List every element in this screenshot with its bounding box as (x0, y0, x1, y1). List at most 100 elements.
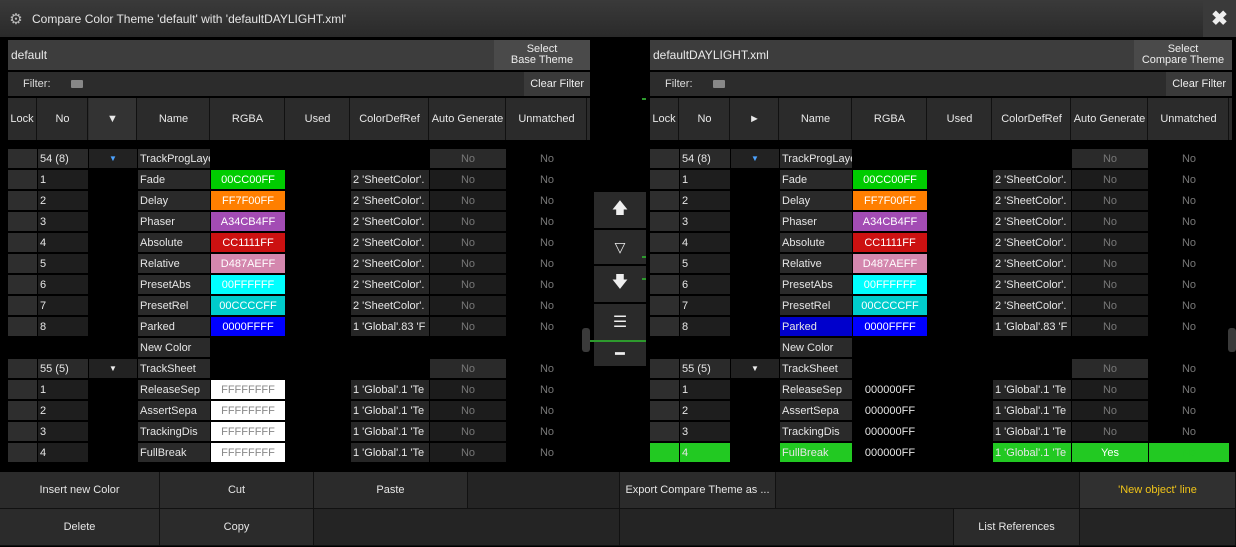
color-name[interactable]: Delay (780, 191, 852, 210)
right-scroll-handle[interactable] (1228, 328, 1236, 352)
column-header-unmatched[interactable]: Unmatched (507, 98, 587, 140)
remove-button[interactable]: ━ (594, 342, 646, 366)
menu-button[interactable]: ☰ (594, 304, 646, 340)
lock-cell[interactable] (8, 233, 37, 252)
delete-button[interactable]: Delete (0, 509, 160, 546)
table-row[interactable]: 2 AssertSepa 000000FF 1 'Global'.1 'Te No No (650, 400, 1232, 420)
rgba-swatch[interactable]: 0000FFFF (853, 317, 927, 336)
table-row[interactable]: 2 Delay FF7F00FF 2 'SheetColor'. No No (8, 190, 590, 210)
column-header-no[interactable]: No (38, 98, 88, 140)
color-name[interactable]: PresetAbs (138, 275, 210, 294)
collapse-arrow-icon[interactable]: ▼ (731, 359, 779, 378)
lock-cell[interactable] (8, 401, 37, 420)
group-row[interactable]: 54 (8) ▼ TrackProgLaye No No (8, 148, 590, 168)
new-color-row[interactable]: New Color (650, 337, 1232, 357)
table-row[interactable]: 6 PresetAbs 00FFFFFF 2 'SheetColor'. No No (650, 274, 1232, 294)
color-name[interactable]: ReleaseSep (780, 380, 852, 399)
cut-button[interactable]: Cut (160, 472, 314, 509)
column-header-rgba[interactable]: RGBA (211, 98, 285, 140)
left-scroll-handle[interactable] (582, 328, 590, 352)
lock-cell[interactable] (8, 191, 37, 210)
color-name[interactable]: FullBreak (780, 443, 852, 462)
lock-cell[interactable] (8, 212, 37, 231)
lock-cell[interactable] (650, 191, 679, 210)
color-name[interactable]: Delay (138, 191, 210, 210)
color-name[interactable]: Relative (780, 254, 852, 273)
color-name[interactable]: Fade (138, 170, 210, 189)
rgba-swatch[interactable]: 000000FF (853, 443, 927, 462)
group-row[interactable]: 55 (5) ▼ TrackSheet No No (650, 358, 1232, 378)
group-row[interactable]: 55 (5) ▼ TrackSheet No No (8, 358, 590, 378)
group-row[interactable]: 54 (8) ▼ TrackProgLaye No No (650, 148, 1232, 168)
column-header-no[interactable]: No (680, 98, 730, 140)
rgba-swatch[interactable]: FFFFFFFF (211, 401, 285, 420)
new-color-row[interactable]: New Color (8, 337, 590, 357)
color-name[interactable]: Phaser (138, 212, 210, 231)
column-header-used[interactable]: Used (286, 98, 350, 140)
color-name[interactable]: ReleaseSep (138, 380, 210, 399)
new-color-item[interactable]: New Color (138, 338, 210, 357)
lock-cell[interactable] (650, 401, 679, 420)
color-name[interactable]: Parked (780, 317, 852, 336)
column-header-name[interactable]: Name (138, 98, 210, 140)
lock-cell[interactable] (650, 212, 679, 231)
lock-cell[interactable] (650, 380, 679, 399)
color-name[interactable]: PresetRel (780, 296, 852, 315)
rgba-swatch[interactable]: FFFFFFFF (211, 443, 285, 462)
table-row[interactable]: 8 Parked 0000FFFF 1 'Global'.83 'F No No (8, 316, 590, 336)
color-name[interactable]: AssertSepa (780, 401, 852, 420)
rgba-swatch[interactable]: 00CCCCFF (211, 296, 285, 315)
color-name[interactable]: Parked (138, 317, 210, 336)
keyboard-icon[interactable] (712, 80, 725, 88)
rgba-swatch[interactable]: 00FFFFFF (211, 275, 285, 294)
table-row[interactable]: 4 Absolute CC1111FF 2 'SheetColor'. No No (8, 232, 590, 252)
color-name[interactable]: Fade (780, 170, 852, 189)
gear-icon[interactable]: ⚙ (4, 7, 28, 31)
rgba-swatch[interactable]: D487AEFF (211, 254, 285, 273)
color-name[interactable]: Absolute (780, 233, 852, 252)
color-name[interactable]: TrackingDis (138, 422, 210, 441)
collapse-arrow-icon[interactable]: ▼ (89, 359, 137, 378)
new-color-item[interactable]: New Color (780, 338, 852, 357)
color-name[interactable]: TrackingDis (780, 422, 852, 441)
clear-filter-button[interactable]: Clear Filter (524, 72, 590, 96)
table-row[interactable]: 4 FullBreak 000000FF 1 'Global'.1 'Te Yes No (650, 442, 1232, 462)
collapse-arrow-icon[interactable]: ▼ (731, 149, 779, 168)
lock-cell[interactable] (8, 443, 37, 462)
lock-cell[interactable] (8, 275, 37, 294)
column-header-used[interactable]: Used (928, 98, 992, 140)
rgba-swatch[interactable]: 00CC00FF (853, 170, 927, 189)
rgba-swatch[interactable]: 000000FF (853, 401, 927, 420)
table-row[interactable]: 7 PresetRel 00CCCCFF 2 'SheetColor'. No No (650, 295, 1232, 315)
lock-cell[interactable] (650, 296, 679, 315)
table-row[interactable]: 3 Phaser A34CB4FF 2 'SheetColor'. No No (650, 211, 1232, 231)
column-header-expand[interactable]: ► (731, 98, 779, 140)
lock-cell[interactable] (650, 233, 679, 252)
rgba-swatch[interactable]: A34CB4FF (853, 212, 927, 231)
rgba-swatch[interactable]: A34CB4FF (211, 212, 285, 231)
column-header-name[interactable]: Name (780, 98, 852, 140)
collapse-arrow-icon[interactable]: ▼ (89, 149, 137, 168)
column-header-lock[interactable]: Lock (650, 98, 679, 140)
rgba-swatch[interactable]: FF7F00FF (853, 191, 927, 210)
column-header-unmatched[interactable]: Unmatched (1149, 98, 1229, 140)
lock-cell[interactable] (8, 380, 37, 399)
table-row[interactable]: 1 Fade 00CC00FF 2 'SheetColor'. No No (650, 169, 1232, 189)
lock-cell[interactable] (8, 296, 37, 315)
table-row[interactable]: 3 TrackingDis 000000FF 1 'Global'.1 'Te No No (650, 421, 1232, 441)
column-header-colordefref[interactable]: ColorDefRef (993, 98, 1071, 140)
list-references-button[interactable]: List References (954, 509, 1080, 546)
column-header-auto-generate[interactable]: Auto Generate (1072, 98, 1148, 140)
color-name[interactable]: AssertSepa (138, 401, 210, 420)
color-name[interactable]: PresetRel (138, 296, 210, 315)
export-compare-theme-button[interactable]: Export Compare Theme as ... (620, 472, 776, 509)
table-row[interactable]: 5 Relative D487AEFF 2 'SheetColor'. No No (8, 253, 590, 273)
rgba-swatch[interactable]: 000000FF (853, 422, 927, 441)
lock-cell[interactable] (650, 317, 679, 336)
rgba-swatch[interactable]: FFFFFFFF (211, 422, 285, 441)
rgba-swatch[interactable]: 00CC00FF (211, 170, 285, 189)
column-header-rgba[interactable]: RGBA (853, 98, 927, 140)
rgba-swatch[interactable]: FF7F00FF (211, 191, 285, 210)
rgba-swatch[interactable]: 00CCCCFF (853, 296, 927, 315)
table-row[interactable]: 4 Absolute CC1111FF 2 'SheetColor'. No No (650, 232, 1232, 252)
